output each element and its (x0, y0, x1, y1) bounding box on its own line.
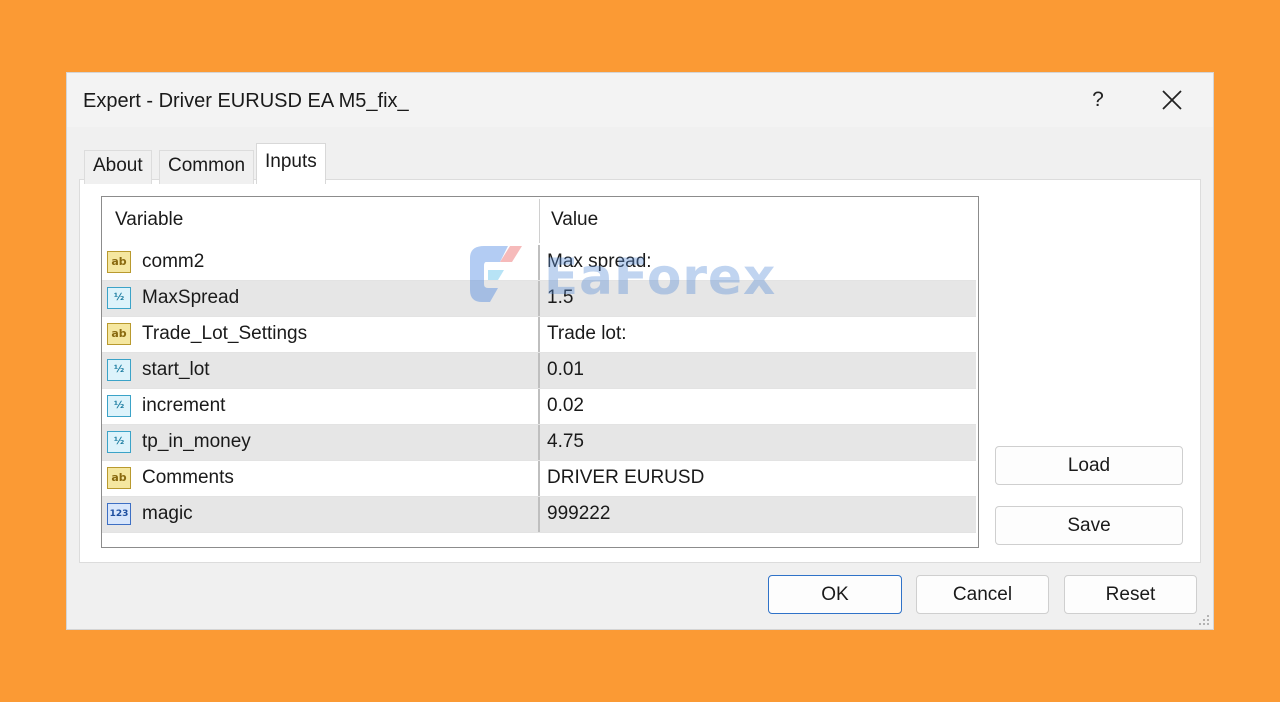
variable-value[interactable]: Max spread: (547, 251, 652, 273)
variable-value[interactable]: 999222 (547, 503, 610, 525)
string-type-icon: ab (107, 251, 131, 273)
table-row[interactable]: ab Comments DRIVER EURUSD (102, 461, 976, 497)
expert-dialog: Expert - Driver EURUSD EA M5_fix_ ? Abou… (66, 72, 1214, 630)
close-button[interactable] (1147, 81, 1197, 119)
header-separator[interactable] (539, 199, 540, 243)
variable-name: comm2 (142, 251, 205, 272)
variable-name: MaxSpread (142, 287, 240, 308)
string-type-icon: ab (107, 323, 131, 345)
variable-value[interactable]: 0.01 (547, 359, 584, 381)
help-button[interactable]: ? (1077, 81, 1119, 119)
grid-header: Variable Value (102, 197, 978, 245)
cell-separator (538, 461, 540, 496)
variable-name: tp_in_money (142, 431, 251, 452)
cell-separator (538, 317, 540, 352)
variable-name: magic (142, 503, 193, 524)
cell-separator (538, 353, 540, 388)
table-row[interactable]: ab comm2 Max spread: (102, 245, 976, 281)
variable-name: start_lot (142, 359, 210, 380)
save-button[interactable]: Save (995, 506, 1183, 545)
table-row[interactable]: ½ increment 0.02 (102, 389, 976, 425)
table-row[interactable]: ½ start_lot 0.01 (102, 353, 976, 389)
variable-value[interactable]: 1.5 (547, 287, 573, 309)
table-row[interactable]: ½ MaxSpread 1.5 (102, 281, 976, 317)
cell-separator (538, 497, 540, 532)
variable-value[interactable]: 0.02 (547, 395, 584, 417)
integer-type-icon: 123 (107, 503, 131, 525)
reset-button[interactable]: Reset (1064, 575, 1197, 614)
variable-value[interactable]: DRIVER EURUSD (547, 467, 704, 489)
double-type-icon: ½ (107, 287, 131, 309)
dialog-title: Expert - Driver EURUSD EA M5_fix_ (83, 90, 409, 112)
double-type-icon: ½ (107, 359, 131, 381)
table-row[interactable]: 123 magic 999222 (102, 497, 976, 533)
variable-name: Trade_Lot_Settings (142, 323, 308, 344)
column-header-value[interactable]: Value (551, 209, 598, 231)
inputs-grid: Variable Value ab comm2 Max spread: ½ Ma… (101, 196, 979, 548)
cell-separator (538, 245, 540, 280)
variable-name: increment (142, 395, 226, 416)
cell-separator (538, 425, 540, 460)
title-bar: Expert - Driver EURUSD EA M5_fix_ ? (67, 73, 1213, 127)
column-header-variable[interactable]: Variable (115, 209, 183, 231)
table-row[interactable]: ab Trade_Lot_Settings Trade lot: (102, 317, 976, 353)
cell-separator (538, 281, 540, 316)
tab-inputs[interactable]: Inputs (256, 143, 326, 184)
double-type-icon: ½ (107, 395, 131, 417)
variable-value[interactable]: 4.75 (547, 431, 584, 453)
ok-button[interactable]: OK (768, 575, 902, 614)
resize-grip-icon[interactable] (1198, 614, 1210, 626)
string-type-icon: ab (107, 467, 131, 489)
close-icon (1162, 90, 1182, 110)
double-type-icon: ½ (107, 431, 131, 453)
load-button[interactable]: Load (995, 446, 1183, 485)
tab-about[interactable]: About (84, 150, 152, 184)
cell-separator (538, 389, 540, 424)
cancel-button[interactable]: Cancel (916, 575, 1049, 614)
variable-value[interactable]: Trade lot: (547, 323, 627, 345)
variable-name: Comments (142, 467, 234, 488)
table-row[interactable]: ½ tp_in_money 4.75 (102, 425, 976, 461)
tab-common[interactable]: Common (159, 150, 255, 184)
